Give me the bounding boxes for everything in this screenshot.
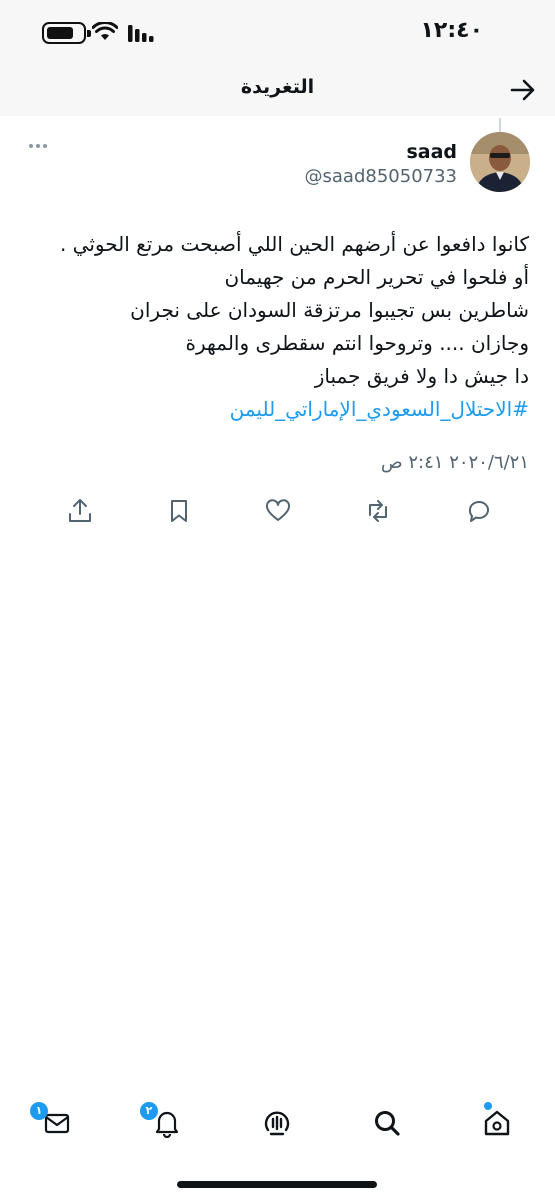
status-bar: ١٢:٤٠ [0, 0, 555, 64]
author-handle[interactable]: @saad85050733 [305, 166, 457, 187]
notifications-badge: ٢ [140, 1102, 158, 1120]
status-time: ١٢:٤٠ [420, 18, 483, 43]
top-header: التغريدة [0, 64, 555, 116]
heart-icon[interactable] [264, 497, 292, 525]
home-icon[interactable] [482, 1108, 512, 1138]
home-new-indicator [484, 1102, 492, 1110]
arrow-right-icon[interactable] [509, 76, 537, 104]
more-options-icon[interactable] [28, 141, 48, 151]
tweet-timestamp: ٢٠٢٠/٦/٢١ ٢:٤١ ص [380, 452, 529, 473]
messages-badge: ١ [30, 1102, 48, 1120]
tweet-line: أو فلحوا في تحرير الحرم من جهيمان [224, 265, 529, 289]
tweet-actions [0, 497, 555, 529]
page-title: التغريدة [240, 76, 315, 98]
battery-icon [42, 22, 91, 44]
tweet-line: كانوا دافعوا عن أرضهم الحين اللي أصبحت م… [59, 232, 529, 256]
hashtag-link[interactable]: #الاحتلال_السعودي_الإماراتي_لليمن [29, 393, 529, 426]
reply-icon[interactable] [465, 497, 493, 525]
tweet-text: كانوا دافعوا عن أرضهم الحين اللي أصبحت م… [29, 228, 529, 426]
home-indicator [177, 1181, 377, 1188]
search-icon[interactable] [372, 1108, 402, 1138]
wifi-icon [92, 22, 118, 40]
share-icon[interactable] [66, 497, 94, 525]
author-name[interactable]: saad [406, 141, 457, 163]
cellular-signal-icon [128, 25, 154, 42]
tweet-line: وجازان .... وتروحوا انتم سقطرى والمهرة [185, 331, 529, 355]
tweet-line: دا جيش دا ولا فريق جمباز [314, 364, 529, 388]
bookmark-icon[interactable] [165, 497, 193, 525]
bottom-tab-bar: ٢ ١ [0, 1096, 555, 1152]
retweet-icon[interactable] [364, 497, 392, 525]
tweet-line: شاطرين بس تجيبوا مرتزقة السودان على نجرا… [130, 298, 529, 322]
thread-connector [499, 118, 501, 132]
spaces-icon[interactable] [262, 1108, 292, 1138]
avatar[interactable] [470, 132, 530, 192]
